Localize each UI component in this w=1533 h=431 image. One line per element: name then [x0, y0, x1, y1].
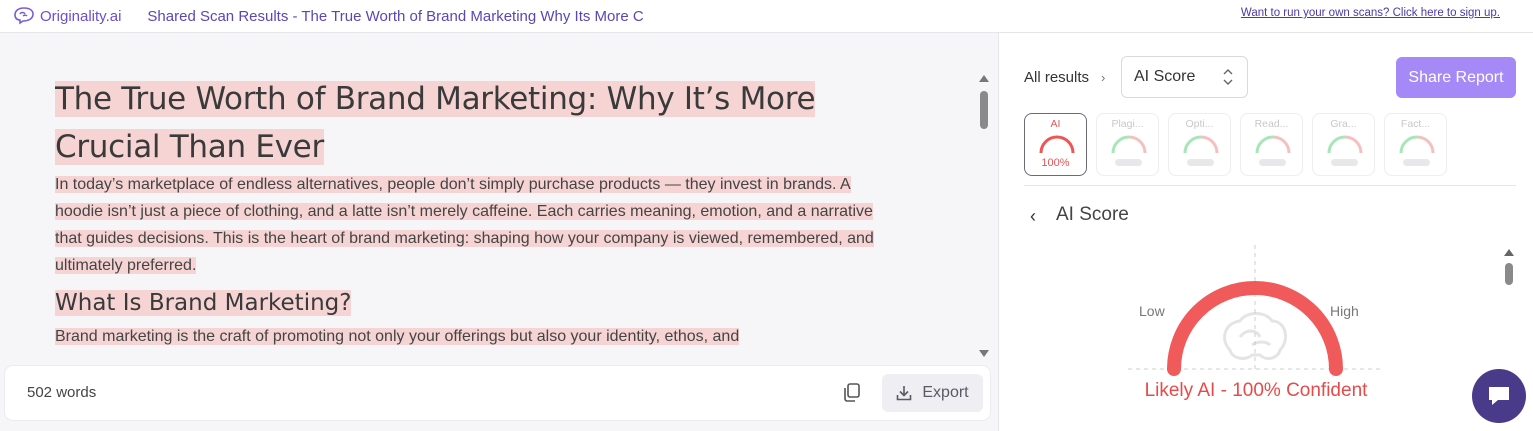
- score-type-select[interactable]: AI Score: [1121, 56, 1248, 98]
- gauge-mini-icon: [1255, 135, 1291, 154]
- tab-grammar[interactable]: Gra...: [1312, 113, 1375, 176]
- copy-button[interactable]: [841, 381, 863, 403]
- blurred-value: [1259, 159, 1286, 166]
- document-paragraph: In today’s marketplace of endless altern…: [55, 176, 874, 274]
- chevron-right-icon: ›: [1101, 70, 1106, 85]
- scroll-down-icon[interactable]: [979, 350, 989, 357]
- tab-label: Read...: [1254, 118, 1289, 130]
- document-content: The True Worth of Brand Marketing: Why I…: [55, 75, 875, 355]
- chat-support-button[interactable]: [1472, 369, 1526, 423]
- tab-ai[interactable]: AI 100%: [1024, 113, 1087, 176]
- document-panel: The True Worth of Brand Marketing: Why I…: [0, 33, 999, 431]
- divider: [1024, 185, 1516, 186]
- blurred-value: [1187, 159, 1214, 166]
- results-scrollbar[interactable]: [1504, 249, 1514, 309]
- scroll-up-icon[interactable]: [979, 75, 989, 82]
- brain-logo-icon: [14, 7, 34, 25]
- gauge-mini-icon: [1327, 135, 1363, 154]
- document-subheading: What Is Brand Marketing?: [55, 290, 352, 316]
- document-scrollbar[interactable]: [978, 75, 990, 357]
- gauge-mini-icon: [1111, 135, 1147, 154]
- page-title: Shared Scan Results - The True Worth of …: [147, 7, 644, 25]
- scroll-thumb[interactable]: [1505, 263, 1513, 285]
- tab-value: 100%: [1041, 157, 1070, 169]
- gauge-high-label: High: [1330, 303, 1359, 319]
- top-bar: Originality.ai Shared Scan Results - The…: [0, 0, 1533, 33]
- section-title: AI Score: [1056, 204, 1129, 225]
- document-paragraph: Brand marketing is the craft of promotin…: [55, 328, 740, 345]
- blurred-value: [1403, 159, 1430, 166]
- tab-fact-check[interactable]: Fact...: [1384, 113, 1447, 176]
- tab-label: Fact...: [1400, 118, 1431, 130]
- gauge-low-label: Low: [1139, 303, 1165, 319]
- breadcrumb-all-results[interactable]: All results: [1024, 69, 1089, 86]
- ai-result-text: Likely AI - 100% Confident: [1144, 380, 1368, 401]
- ai-score-gauge: Low High Likely AI - 100% Confident: [1128, 245, 1384, 415]
- word-count: 502 words: [27, 384, 97, 401]
- back-chevron-icon[interactable]: ‹: [1030, 206, 1036, 227]
- tab-plagiarism[interactable]: Plagi...: [1096, 113, 1159, 176]
- document-footer: 502 words Export: [5, 366, 990, 420]
- sort-updown-icon: [1223, 69, 1233, 85]
- export-button[interactable]: Export: [882, 374, 983, 412]
- share-report-button[interactable]: Share Report: [1396, 57, 1516, 98]
- tab-label: Plagi...: [1111, 118, 1144, 130]
- document-heading: The True Worth of Brand Marketing: Why I…: [55, 81, 816, 165]
- copy-icon: [844, 383, 860, 402]
- signup-link[interactable]: Want to run your own scans? Click here t…: [1241, 7, 1500, 19]
- tab-label: Opti...: [1185, 118, 1214, 130]
- blurred-value: [1331, 159, 1358, 166]
- tab-label: AI: [1050, 118, 1061, 130]
- blurred-value: [1115, 159, 1142, 166]
- chat-icon: [1489, 387, 1509, 405]
- tab-optimization[interactable]: Opti...: [1168, 113, 1231, 176]
- scroll-up-icon[interactable]: [1504, 249, 1514, 256]
- export-label: Export: [922, 384, 969, 401]
- results-panel: All results › AI Score Share Report AI 1…: [1000, 33, 1533, 431]
- tab-readability[interactable]: Read...: [1240, 113, 1303, 176]
- tab-label: Gra...: [1330, 118, 1357, 130]
- logo[interactable]: Originality.ai: [12, 6, 121, 26]
- scroll-thumb[interactable]: [980, 91, 988, 129]
- gauge-mini-icon: [1399, 135, 1435, 154]
- logo-text: Originality.ai: [40, 7, 122, 25]
- score-select-value: AI Score: [1134, 68, 1196, 85]
- gauge-mini-icon: [1183, 135, 1219, 154]
- download-icon: [897, 386, 912, 401]
- gauge-mini-icon: [1039, 135, 1075, 154]
